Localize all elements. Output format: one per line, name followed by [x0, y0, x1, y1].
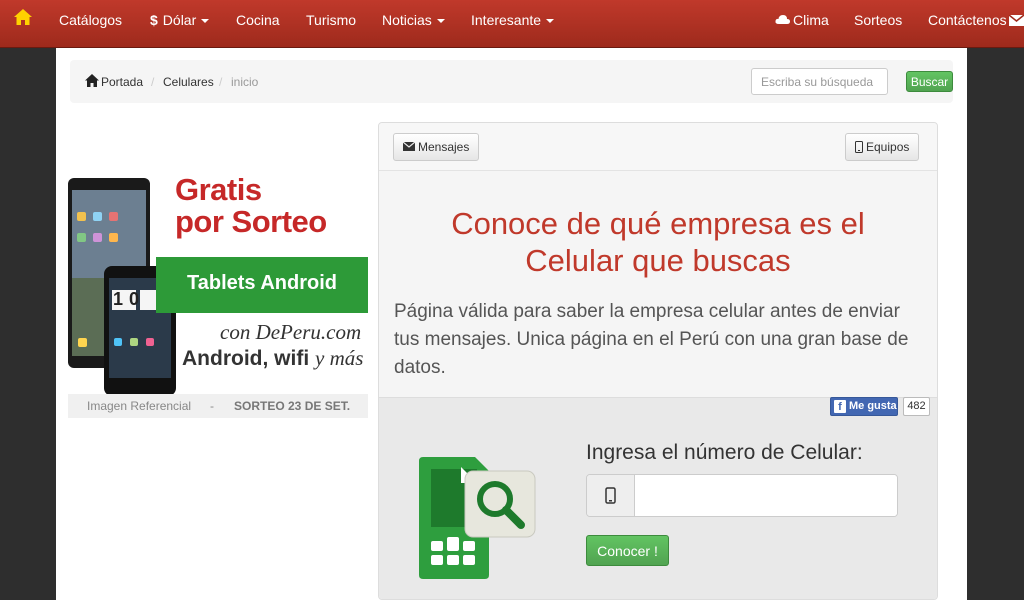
- search-button[interactable]: Buscar: [906, 71, 953, 92]
- phone-input-group: [586, 474, 898, 517]
- ad-caption-right: SORTEO 23 DE SET.: [234, 399, 351, 413]
- facebook-like-count: 482: [903, 397, 930, 416]
- nav-interesante-label: Interesante: [471, 12, 542, 28]
- breadcrumb-separator: /: [219, 75, 223, 89]
- home-icon: [85, 74, 99, 87]
- breadcrumb-separator: /: [151, 75, 155, 89]
- home-icon[interactable]: [13, 8, 33, 31]
- lookup-panel: Mensajes Equipos Conoce de qué empresa e…: [378, 122, 938, 600]
- page-content: Portada / Celulares / inicio Buscar: [56, 48, 967, 600]
- caret-down-icon: [546, 19, 555, 24]
- facebook-like-label: Me gusta: [849, 400, 897, 412]
- sorteo-ad-banner[interactable]: 10 08 Gratis por Sorteo Tablets Android …: [68, 168, 368, 418]
- nav-dolar[interactable]: $ Dólar: [150, 0, 210, 40]
- nav-noticias-label: Noticias: [382, 12, 432, 28]
- devices-label: Equipos: [866, 140, 910, 154]
- nav-turismo[interactable]: Turismo: [306, 0, 356, 40]
- panel-title-line1: Conoce de qué empresa es el: [451, 206, 865, 241]
- panel-description: Página válida para saber la empresa celu…: [394, 301, 909, 378]
- ad-caption-left: Imagen Referencial: [87, 399, 192, 413]
- ad-features-main: Android, wifi: [182, 347, 310, 370]
- cloud-icon: [775, 15, 790, 24]
- ad-caption: Imagen Referencial - SORTEO 23 DE SET.: [68, 394, 368, 418]
- nav-cocina[interactable]: Cocina: [236, 0, 280, 40]
- nav-noticias[interactable]: Noticias: [382, 0, 445, 40]
- caret-down-icon: [436, 19, 445, 24]
- panel-title-line2: Celular que buscas: [525, 243, 791, 278]
- phone-number-label: Ingresa el número de Celular:: [586, 441, 863, 464]
- ad-title-line1: Gratis: [175, 172, 262, 207]
- panel-title: Conoce de qué empresa es el Celular que …: [379, 205, 937, 279]
- nav-catalogos[interactable]: Catálogos: [59, 0, 122, 40]
- nav-contactenos-label: Contáctenos: [928, 12, 1007, 28]
- nav-interesante[interactable]: Interesante: [471, 0, 555, 40]
- ad-features: Android, wifi y más: [182, 346, 363, 371]
- messages-label: Mensajes: [418, 140, 470, 154]
- envelope-icon: [1008, 14, 1024, 26]
- phone-search-logo-icon: [419, 457, 536, 579]
- breadcrumb-portada[interactable]: Portada: [101, 75, 143, 89]
- ad-caption-sep: -: [210, 399, 214, 413]
- facebook-icon: f: [834, 400, 846, 413]
- ad-subtitle: Tablets Android: [187, 272, 337, 294]
- nav-clima-label: Clima: [793, 12, 829, 28]
- ad-title-line2: por Sorteo: [175, 204, 327, 239]
- nav-dolar-label: Dólar: [162, 12, 197, 28]
- ad-brand: con DePeru.com: [220, 320, 362, 344]
- breadcrumb: Portada / Celulares / inicio Buscar: [70, 60, 953, 103]
- devices-button[interactable]: Equipos: [845, 133, 920, 161]
- nav-clima[interactable]: Clima: [775, 0, 829, 40]
- dollar-icon: $: [150, 12, 158, 28]
- top-navbar: Catálogos $ Dólar Cocina Turismo Noticias…: [0, 0, 1024, 48]
- nav-sorteos[interactable]: Sorteos: [854, 0, 902, 40]
- phone-number-input[interactable]: [636, 475, 897, 516]
- mobile-phone-icon: [855, 140, 863, 153]
- facebook-like-button[interactable]: f Me gusta: [830, 397, 898, 416]
- phone-addon: [587, 475, 635, 516]
- caret-down-icon: [201, 19, 210, 24]
- search-input[interactable]: [751, 68, 888, 95]
- ad-features-suffix: y más: [315, 346, 364, 370]
- submit-lookup-button[interactable]: Conocer !: [586, 535, 669, 566]
- ad-title: Gratis por Sorteo: [175, 174, 327, 238]
- breadcrumb-inicio: inicio: [231, 75, 259, 89]
- envelope-icon: [402, 141, 416, 152]
- breadcrumb-celulares[interactable]: Celulares: [163, 75, 214, 89]
- nav-contactenos[interactable]: Contáctenos: [928, 0, 1024, 40]
- mobile-phone-icon: [605, 487, 616, 504]
- messages-button[interactable]: Mensajes: [393, 133, 480, 161]
- panel-header: Mensajes Equipos: [379, 123, 937, 171]
